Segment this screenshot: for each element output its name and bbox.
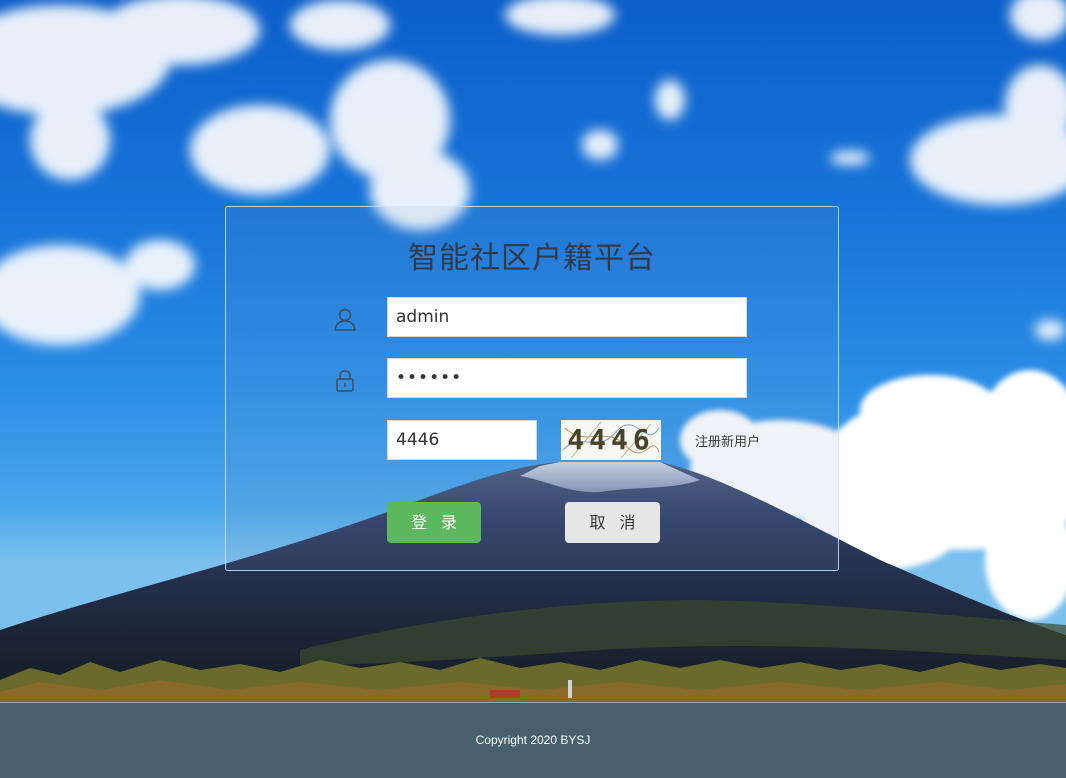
cancel-button[interactable]: 取消 [565,502,660,543]
lock-icon [332,368,358,394]
app-title: 智能社区户籍平台 [408,241,656,276]
captcha-image[interactable]: 4446 [561,420,661,460]
captcha-input[interactable] [387,420,537,460]
footer: Copyright 2020 BYSJ [0,702,1066,778]
captcha-code: 4446 [567,423,655,456]
login-panel: 智能社区户籍平台 4446 注册新用户 登录 取消 [225,206,839,571]
register-link[interactable]: 注册新用户 [695,431,760,450]
copyright-text: Copyright 2020 BYSJ [475,733,591,747]
password-input[interactable] [387,358,747,398]
user-icon [332,306,358,332]
login-button[interactable]: 登录 [387,502,481,543]
username-input[interactable] [387,297,747,337]
